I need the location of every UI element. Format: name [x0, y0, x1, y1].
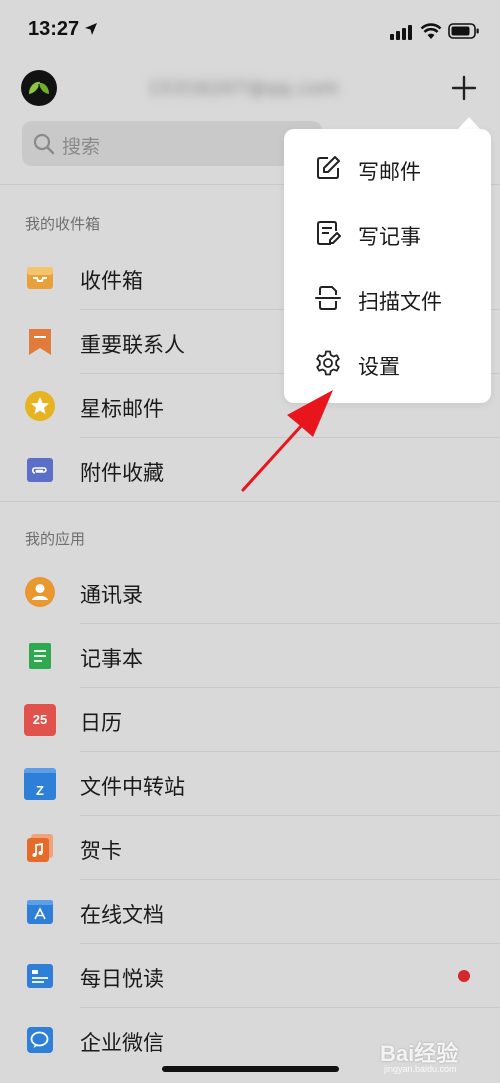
- watermark-url: jingyan.baidu.com: [384, 1064, 457, 1074]
- list-item-label: 日历: [80, 711, 122, 735]
- list-item-label: 星标邮件: [80, 397, 164, 421]
- settings-icon: [316, 350, 340, 376]
- popup-menu: 写邮件 写记事 扫描文件 设置: [284, 129, 491, 403]
- section-title-apps: 我的应用: [25, 530, 86, 548]
- list-item-label: 重要联系人: [80, 333, 185, 357]
- watermark: Bai经验 jingyan.baidu.com: [380, 1030, 490, 1078]
- account-email: 15316207@qq.com: [148, 78, 340, 99]
- list-item-online-docs[interactable]: 在线文档: [0, 880, 500, 944]
- battery-icon: [448, 23, 479, 39]
- list-item-file-transfer[interactable]: Z 文件中转站: [0, 752, 500, 816]
- list-item-label: 记事本: [80, 647, 143, 671]
- menu-item-label: 写记事: [358, 225, 421, 249]
- menu-item-label: 设置: [358, 355, 400, 379]
- mail-header: 15316207@qq.com: [0, 62, 500, 118]
- menu-item-label: 扫描文件: [358, 290, 442, 314]
- avatar[interactable]: [21, 70, 57, 106]
- contacts-icon: [25, 577, 55, 607]
- section-title-inbox: 我的收件箱: [25, 215, 101, 233]
- list-item-notebook[interactable]: 记事本: [0, 624, 500, 688]
- menu-item-label: 写邮件: [358, 160, 421, 184]
- cellular-signal-icon: [390, 25, 412, 40]
- star-icon: [25, 391, 55, 421]
- card-icon: [27, 834, 53, 862]
- list-item-label: 贺卡: [80, 839, 122, 863]
- list-item-calendar[interactable]: 25 日历: [0, 688, 500, 752]
- list-item-label: 附件收藏: [80, 461, 164, 485]
- note-icon: [317, 221, 341, 245]
- list-item-contacts[interactable]: 通讯录: [0, 560, 500, 624]
- attachment-icon: [27, 458, 53, 482]
- scan-icon: [315, 286, 341, 310]
- folder-icon: Z: [24, 768, 56, 800]
- home-indicator[interactable]: [162, 1066, 339, 1072]
- inbox-icon: [27, 267, 53, 289]
- list-item-label: 在线文档: [80, 903, 164, 927]
- menu-item-write-note[interactable]: 写记事: [284, 200, 491, 264]
- menu-item-scan[interactable]: 扫描文件: [284, 265, 491, 329]
- unread-dot: [458, 970, 470, 982]
- bookmark-icon: [29, 329, 51, 355]
- leaf-logo-icon: [29, 81, 49, 96]
- wifi-icon: [420, 23, 442, 39]
- section-divider: [0, 501, 500, 502]
- list-item-daily-reading[interactable]: 每日悦读: [0, 944, 500, 1008]
- list-item-label: 企业微信: [80, 1031, 164, 1055]
- compose-icon: [317, 156, 340, 179]
- wecom-icon: [27, 1027, 53, 1053]
- notebook-icon: [29, 643, 51, 669]
- search-bar[interactable]: 搜索: [22, 121, 322, 166]
- status-time: 13:27: [28, 18, 80, 40]
- menu-item-compose[interactable]: 写邮件: [284, 135, 491, 199]
- document-icon: [27, 900, 53, 924]
- list-item-label: 每日悦读: [80, 967, 164, 991]
- search-placeholder: 搜索: [62, 136, 101, 158]
- list-item-label: 通讯录: [80, 583, 143, 607]
- search-icon: [33, 133, 55, 155]
- status-bar: 13:27: [0, 0, 500, 62]
- annotation-arrow-icon: [241, 390, 333, 492]
- calendar-icon: 25: [24, 704, 56, 736]
- list-item-greeting-card[interactable]: 贺卡: [0, 816, 500, 880]
- list-item-label: 文件中转站: [80, 775, 185, 799]
- list-item-label: 收件箱: [80, 269, 143, 293]
- plus-button[interactable]: [450, 74, 478, 102]
- reading-icon: [27, 964, 53, 988]
- location-arrow-icon: [85, 23, 97, 35]
